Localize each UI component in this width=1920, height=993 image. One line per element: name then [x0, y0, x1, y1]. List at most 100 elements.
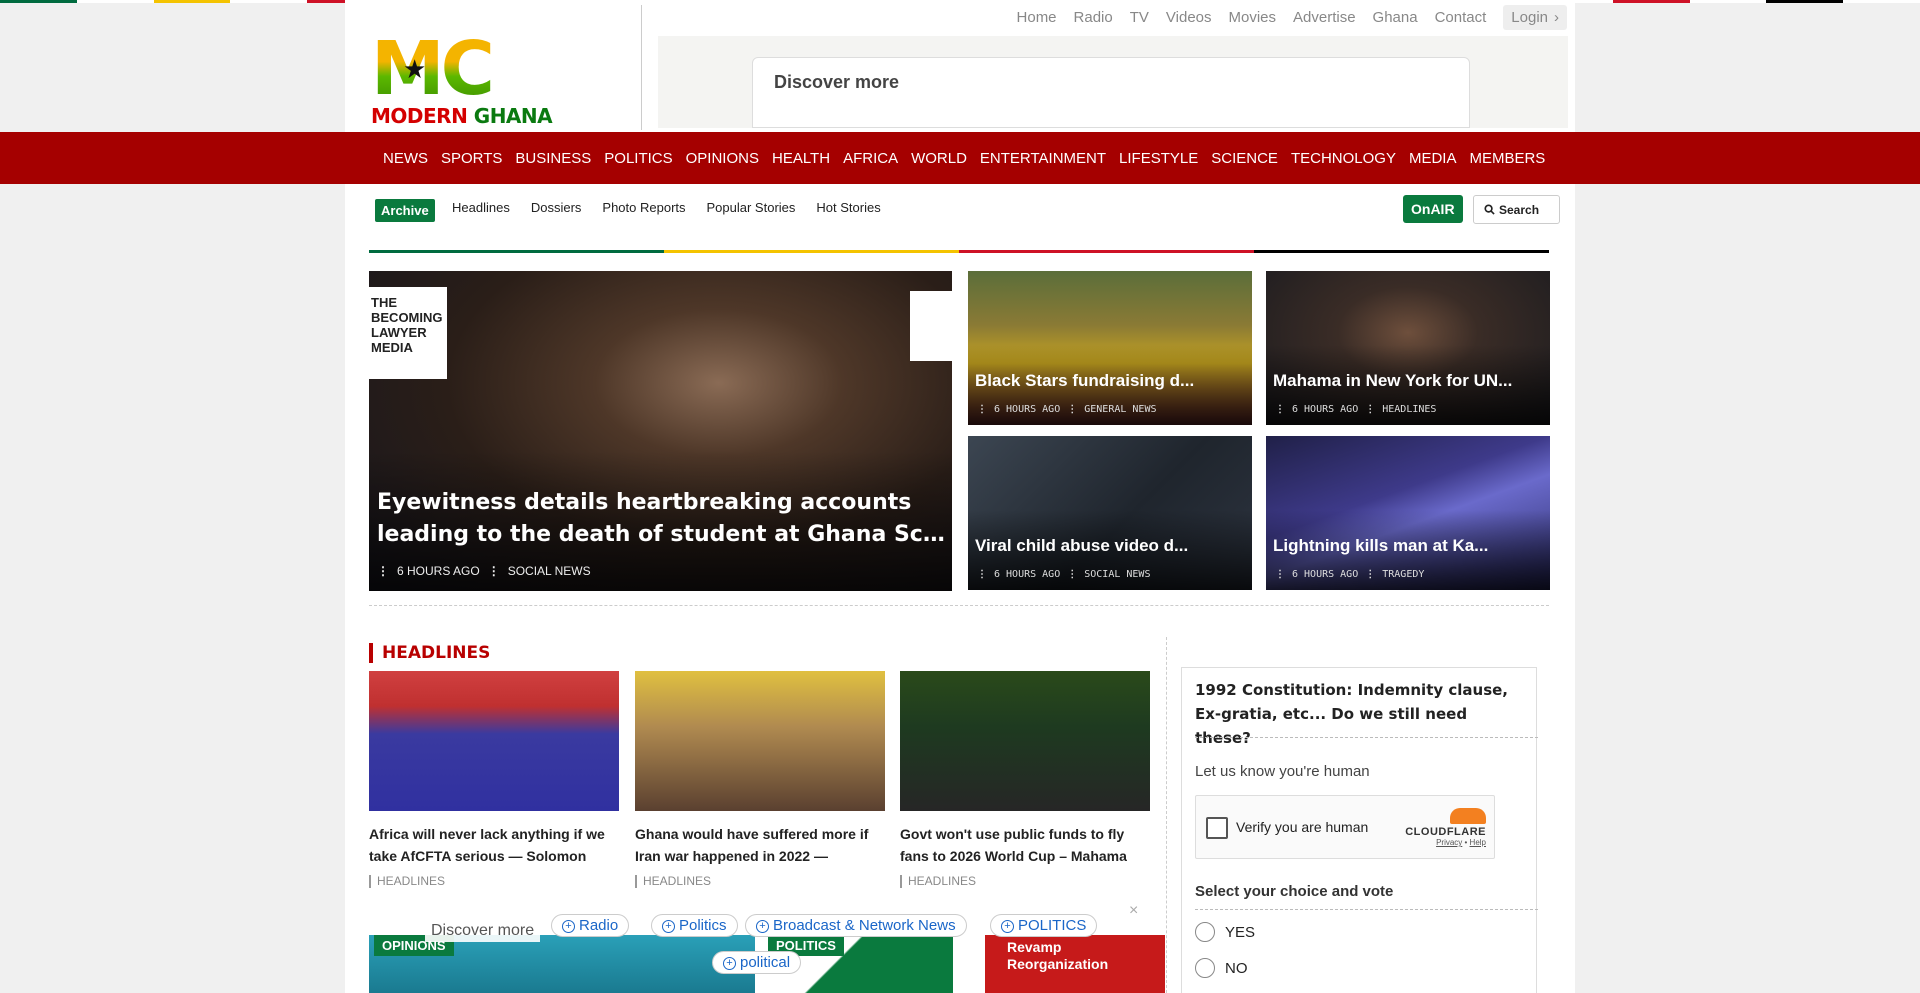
subnav-headlines[interactable]: Headlines [452, 200, 510, 215]
discover-more-box[interactable]: Discover more [752, 57, 1470, 128]
poll-widget: 1992 Constitution: Indemnity clause, Ex-… [1181, 667, 1538, 993]
topnav-advertise[interactable]: Advertise [1293, 9, 1356, 26]
chip-label: Politics [679, 917, 727, 934]
chip-radio[interactable]: + Radio [551, 914, 630, 937]
radio-button[interactable] [1195, 958, 1215, 978]
subnav-photo-reports[interactable]: Photo Reports [602, 200, 685, 215]
hero-title[interactable]: Eyewitness details heartbreaking account… [377, 487, 947, 551]
nav-health[interactable]: HEALTH [772, 150, 830, 167]
chip-politics-caps[interactable]: + POLITICS [990, 914, 1098, 937]
card-title[interactable]: Black Stars fundraising d... [975, 371, 1194, 391]
nav-entertainment[interactable]: ENTERTAINMENT [980, 150, 1106, 167]
search-button[interactable]: Search [1473, 195, 1560, 224]
headline-title[interactable]: Ghana would have suffered more if Iran w… [635, 823, 885, 867]
card-category[interactable]: HEADLINES [1382, 404, 1436, 415]
headline-title[interactable]: Govt won't use public funds to fly fans … [900, 823, 1150, 867]
headline-image[interactable] [635, 671, 885, 811]
vertical-dots-icon: ⋮ [377, 564, 389, 578]
chevron-right-icon: › [1554, 9, 1559, 26]
headline-item[interactable]: Africa will never lack anything if we ta… [369, 671, 619, 888]
chip-label: POLITICS [1018, 917, 1087, 934]
poll-option-no[interactable]: NO [1195, 958, 1248, 978]
cloudflare-brand: CLOUDFLARE [1405, 826, 1486, 838]
story-card[interactable]: Black Stars fundraising d... ⋮ 6 HOURS AG… [968, 271, 1252, 425]
close-icon[interactable]: × [1129, 902, 1138, 920]
topnav-movies[interactable]: Movies [1229, 9, 1277, 26]
hero-time: 6 HOURS AGO [397, 564, 480, 578]
topnav-contact[interactable]: Contact [1435, 9, 1487, 26]
chip-broadcast[interactable]: + Broadcast & Network News [745, 914, 967, 937]
headline-title[interactable]: Africa will never lack anything if we ta… [369, 823, 619, 867]
headline-category[interactable]: HEADLINES [900, 875, 1150, 888]
topnav-ghana[interactable]: Ghana [1373, 9, 1418, 26]
nav-sports[interactable]: SPORTS [441, 150, 502, 167]
search-label: Search [1499, 202, 1540, 217]
story-card[interactable]: Viral child abuse video d... ⋮ 6 HOURS AG… [968, 436, 1252, 590]
story-card[interactable]: Mahama in New York for UN... ⋮ 6 HOURS AG… [1266, 271, 1550, 425]
topnav-home[interactable]: Home [1017, 9, 1057, 26]
hero-category[interactable]: SOCIAL NEWS [508, 564, 591, 578]
nav-politics[interactable]: POLITICS [604, 150, 672, 167]
vertical-dots-icon: ⋮ [1365, 569, 1376, 580]
story-card[interactable]: Lightning kills man at Ka... ⋮ 6 HOURS AG… [1266, 436, 1550, 590]
headline-item[interactable]: Govt won't use public funds to fly fans … [900, 671, 1150, 888]
headline-category[interactable]: HEADLINES [369, 875, 619, 888]
topnav-radio[interactable]: Radio [1074, 9, 1113, 26]
vertical-dots-icon: ⋮ [1275, 404, 1285, 415]
vertical-dots-icon: ⋮ [977, 404, 987, 415]
headline-category[interactable]: HEADLINES [635, 875, 885, 888]
chip-label: Radio [579, 917, 619, 934]
nav-world[interactable]: WORLD [911, 150, 967, 167]
poll-option-yes[interactable]: YES [1195, 922, 1255, 942]
captcha-checkbox[interactable] [1206, 817, 1228, 839]
poll-human-prompt: Let us know you're human [1195, 763, 1370, 780]
poll-divider [1195, 737, 1538, 738]
nav-media[interactable]: MEDIA [1409, 150, 1457, 167]
poll-option-label: YES [1225, 923, 1256, 941]
vertical-dots-icon: ⋮ [1275, 569, 1285, 580]
subnav-hot-stories[interactable]: Hot Stories [816, 200, 880, 215]
card-category[interactable]: SOCIAL NEWS [1084, 569, 1150, 580]
card-title[interactable]: Viral child abuse video d... [975, 536, 1188, 556]
card-meta: ⋮ 6 HOURS AGO ⋮ GENERAL NEWS [977, 404, 1156, 415]
nav-lifestyle[interactable]: LIFESTYLE [1119, 150, 1198, 167]
archive-button[interactable]: Archive [375, 199, 435, 222]
chip-political[interactable]: + political [712, 951, 802, 974]
topnav-tv[interactable]: TV [1130, 9, 1149, 26]
onair-button[interactable]: OnAIR [1403, 195, 1463, 223]
headline-image[interactable] [900, 671, 1150, 811]
card-category[interactable]: GENERAL NEWS [1084, 404, 1156, 415]
card-category[interactable]: TRAGEDY [1382, 569, 1424, 580]
topnav-videos[interactable]: Videos [1166, 9, 1212, 26]
plus-circle-icon: + [562, 920, 575, 933]
card-title[interactable]: Mahama in New York for UN... [1273, 371, 1512, 391]
nav-opinions[interactable]: OPINIONS [686, 150, 759, 167]
card-time: 6 HOURS AGO [1292, 569, 1359, 580]
chip-politics[interactable]: + Politics [651, 914, 738, 937]
headlines-section-title[interactable]: HEADLINES [369, 643, 490, 663]
site-logo[interactable]: MC ★ MODERN GHANA [371, 32, 581, 128]
headline-image[interactable] [369, 671, 619, 811]
search-icon [1484, 204, 1495, 215]
nav-technology[interactable]: TECHNOLOGY [1291, 150, 1396, 167]
login-button[interactable]: Login › [1503, 5, 1567, 30]
card-meta: ⋮ 6 HOURS AGO ⋮ SOCIAL NEWS [977, 569, 1150, 580]
tricolor-divider [369, 250, 1549, 253]
poll-select-prompt: Select your choice and vote [1195, 883, 1394, 900]
captcha-help-link[interactable]: Help [1470, 838, 1486, 847]
nav-africa[interactable]: AFRICA [843, 150, 898, 167]
chip-label: Broadcast & Network News [773, 917, 956, 934]
nav-business[interactable]: BUSINESS [515, 150, 591, 167]
headline-item[interactable]: Ghana would have suffered more if Iran w… [635, 671, 885, 888]
nav-science[interactable]: SCIENCE [1211, 150, 1278, 167]
hero-story[interactable]: THE BECOMING LAWYER MEDIA Eyewitness detail… [369, 271, 952, 591]
nav-news[interactable]: NEWS [383, 150, 428, 167]
vertical-dots-icon: ⋮ [1365, 404, 1376, 415]
radio-button[interactable] [1195, 922, 1215, 942]
subnav-popular-stories[interactable]: Popular Stories [707, 200, 796, 215]
captcha-privacy-link[interactable]: Privacy [1436, 838, 1462, 847]
hero-title-line1: Eyewitness details heartbreaking account… [377, 490, 912, 515]
card-title[interactable]: Lightning kills man at Ka... [1273, 536, 1488, 556]
subnav-dossiers[interactable]: Dossiers [531, 200, 582, 215]
nav-members[interactable]: MEMBERS [1469, 150, 1545, 167]
